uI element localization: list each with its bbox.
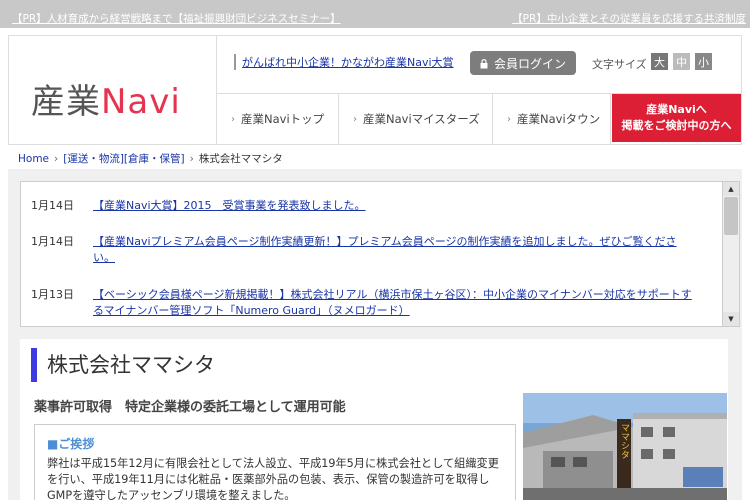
nav-item-top[interactable]: › 産業Naviトップ xyxy=(217,94,339,144)
chevron-right-icon: › xyxy=(507,113,511,125)
chevron-right-icon: › xyxy=(353,113,357,125)
cta-line-2: 掲載をご検討中の方へ xyxy=(621,119,732,132)
pr-link-mutual-aid[interactable]: 【PR】中小企業とその従業員を応援する共済制度 xyxy=(512,11,746,26)
font-size-label: 文字サイズ xyxy=(592,58,647,71)
greeting-box: ■ご挨拶 弊社は平成15年12月に有限会社として法人設立、平成19年5月に株式会… xyxy=(34,424,516,500)
company-photo: ママシタ xyxy=(523,393,727,500)
font-size-small-button[interactable]: 小 xyxy=(695,53,712,70)
site-logo[interactable]: 産業Navi xyxy=(31,74,181,123)
nav-item-meisters[interactable]: › 産業Naviマイスターズ xyxy=(339,94,493,144)
news-scrollbar[interactable]: ▲ ▼ xyxy=(722,182,739,326)
breadcrumb-category[interactable]: [運送・物流][倉庫・保管] xyxy=(63,153,184,165)
font-size-large-button[interactable]: 大 xyxy=(651,53,668,70)
company-name: 株式会社ママシタ xyxy=(47,353,215,377)
news-link[interactable]: 【ベーシック会員様ページ新規掲載！】株式会社リアル（横浜市保土ヶ谷区）：中小企業… xyxy=(93,287,695,319)
font-size-medium-button[interactable]: 中 xyxy=(673,53,690,70)
news-ticker: 1月14日 【産業Navi大賞】2015 受賞事業を発表致しました。 1月14日… xyxy=(20,181,740,327)
photo-sign-text: ママシタ xyxy=(619,423,630,459)
member-login-button[interactable]: 会員ログイン xyxy=(470,51,576,75)
lock-icon xyxy=(480,58,488,69)
chevron-right-icon: › xyxy=(189,153,194,165)
breadcrumb-home[interactable]: Home xyxy=(18,153,49,165)
news-link[interactable]: 【産業Navi大賞】2015 受賞事業を発表致しました。 xyxy=(93,198,695,214)
greeting-heading: ■ご挨拶 xyxy=(47,437,95,451)
chevron-right-icon: › xyxy=(54,153,59,165)
breadcrumb-current: 株式会社ママシタ xyxy=(198,153,283,165)
news-date: 1月14日 xyxy=(31,199,74,212)
company-subtitle: 薬事許可取得 特定企業様の委託工場として運用可能 xyxy=(34,400,346,415)
nav-item-label: 産業Naviトップ xyxy=(241,112,325,126)
site-header: 産業Navi がんばれ中小企業！かながわ産業Navi大賞 会員ログイン 文字サイ… xyxy=(8,35,742,145)
scrollbar-thumb[interactable] xyxy=(724,197,738,235)
nav-item-label: 産業Naviマイスターズ xyxy=(363,112,480,126)
pr-link-seminar[interactable]: 【PR】人材育成から経営戦略まで【福祉振興財団ビジネスセミナー】 xyxy=(12,11,341,26)
pr-bar: 【PR】人材育成から経営戦略まで【福祉振興財団ビジネスセミナー】 【PR】中小企… xyxy=(0,0,750,28)
nav-item-label: 産業Naviタウン xyxy=(517,112,601,126)
member-login-label: 会員ログイン xyxy=(493,56,566,71)
company-section: 株式会社ママシタ 薬事許可取得 特定企業様の委託工場として運用可能 ■ご挨拶 弊… xyxy=(20,339,728,500)
scroll-up-icon[interactable]: ▲ xyxy=(723,182,739,196)
award-promo-link[interactable]: がんばれ中小企業！かながわ産業Navi大賞 xyxy=(234,54,454,70)
greeting-text: 弊社は平成15年12月に有限会社として法人設立、平成19年5月に株式会社として組… xyxy=(47,457,499,500)
logo-kanji: 産業 xyxy=(31,82,101,122)
nav-item-town[interactable]: › 産業Naviタウン xyxy=(493,94,611,144)
breadcrumb: Home › [運送・物流][倉庫・保管] › 株式会社ママシタ xyxy=(18,151,283,166)
news-date: 1月13日 xyxy=(31,288,74,301)
news-date: 1月14日 xyxy=(31,235,74,248)
title-accent-bar xyxy=(31,348,37,382)
cta-line-1: 産業Naviへ xyxy=(646,103,707,116)
logo-navi: Navi xyxy=(101,82,181,122)
listing-cta-button[interactable]: 産業Naviへ 掲載をご検討中の方へ xyxy=(612,94,741,142)
content-area: 1月14日 【産業Navi大賞】2015 受賞事業を発表致しました。 1月14日… xyxy=(8,169,742,500)
scroll-down-icon[interactable]: ▼ xyxy=(723,312,739,326)
news-link[interactable]: 【産業Naviプレミアム会員ページ制作実績更新！】プレミアム会員ページの制作実績… xyxy=(93,234,695,266)
chevron-right-icon: › xyxy=(231,113,235,125)
